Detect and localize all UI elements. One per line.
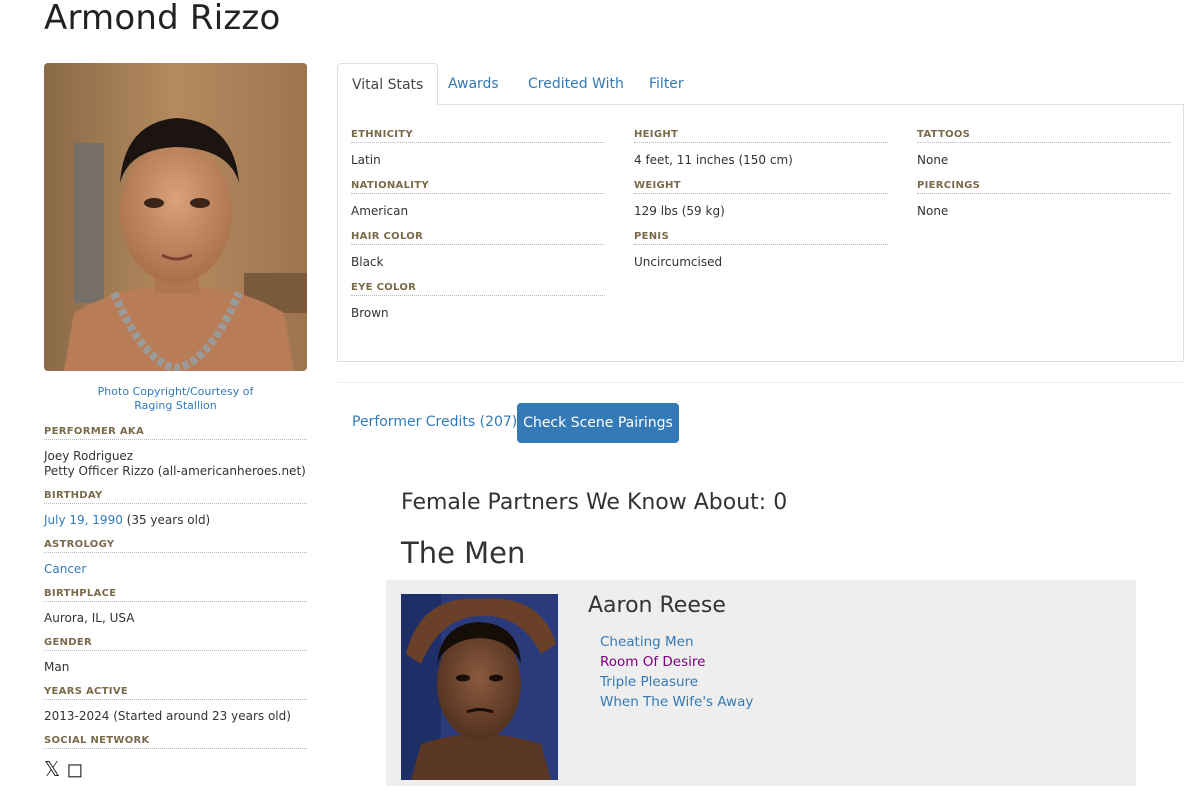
piercings-label: PIERCINGS bbox=[917, 180, 1171, 194]
aka-value: Joey Rodriguez Petty Officer Rizzo (all-… bbox=[44, 449, 307, 479]
partner-name[interactable]: Aaron Reese bbox=[588, 593, 726, 618]
scene-link[interactable]: Triple Pleasure bbox=[600, 672, 753, 692]
tab-credited-with[interactable]: Credited With bbox=[514, 63, 638, 105]
stats-column-2: HEIGHT 4 feet, 11 inches (150 cm) WEIGHT… bbox=[634, 129, 888, 282]
gender-label: GENDER bbox=[44, 637, 307, 651]
hair-color-value: Black bbox=[351, 255, 384, 269]
birthday-age: (35 years old) bbox=[122, 513, 211, 527]
partner-photo[interactable] bbox=[401, 594, 558, 780]
partner-card: Aaron Reese Cheating Men Room Of Desire … bbox=[386, 580, 1136, 786]
tab-filter[interactable]: Filter bbox=[635, 63, 698, 105]
profile-tabs: Vital Stats Awards Credited With Filter bbox=[337, 63, 1184, 106]
photo-credit[interactable]: Photo Copyright/Courtesy of Raging Stall… bbox=[44, 385, 307, 413]
section-divider bbox=[337, 382, 1184, 383]
the-men-heading: The Men bbox=[401, 536, 526, 570]
scene-link[interactable]: Cheating Men bbox=[600, 632, 753, 652]
check-scene-pairings-button[interactable]: Check Scene Pairings bbox=[517, 403, 679, 443]
birthday-value: July 19, 1990 (35 years old) bbox=[44, 513, 307, 528]
astrology-link[interactable]: Cancer bbox=[44, 562, 86, 576]
tattoos-value: None bbox=[917, 153, 949, 167]
partner-scene-list: Cheating Men Room Of Desire Triple Pleas… bbox=[600, 632, 753, 712]
photo-credit-line[interactable]: Photo Copyright/Courtesy of bbox=[44, 385, 307, 399]
stats-column-1: ETHNICITY Latin NATIONALITY American HAI… bbox=[351, 129, 605, 333]
nationality-label: NATIONALITY bbox=[351, 180, 605, 194]
gender-value: Man bbox=[44, 660, 70, 674]
nationality-value: American bbox=[351, 204, 409, 218]
performer-photo bbox=[44, 63, 307, 371]
aka-name: Joey Rodriguez bbox=[44, 449, 134, 463]
social-icons: 𝕏 ◻ bbox=[44, 757, 307, 781]
vital-stats-panel: ETHNICITY Latin NATIONALITY American HAI… bbox=[337, 104, 1184, 362]
penis-value: Uncircumcised bbox=[634, 255, 723, 269]
weight-label: WEIGHT bbox=[634, 180, 888, 194]
birthday-link[interactable]: July 19, 1990 bbox=[44, 513, 123, 527]
performer-credits-link[interactable]: Performer Credits (207) bbox=[352, 414, 517, 430]
eye-color-value: Brown bbox=[351, 306, 389, 320]
tab-awards[interactable]: Awards bbox=[434, 63, 513, 105]
instagram-icon[interactable]: ◻ bbox=[66, 757, 83, 781]
penis-label: PENIS bbox=[634, 231, 888, 245]
x-icon[interactable]: 𝕏 bbox=[44, 757, 60, 781]
scene-link[interactable]: Room Of Desire bbox=[600, 652, 753, 672]
eye-color-label: EYE COLOR bbox=[351, 282, 605, 296]
female-partners-heading: Female Partners We Know About: 0 bbox=[401, 490, 788, 515]
birthplace-label: BIRTHPLACE bbox=[44, 588, 307, 602]
astrology-label: ASTROLOGY bbox=[44, 539, 307, 553]
scene-link[interactable]: When The Wife's Away bbox=[600, 692, 753, 712]
birthday-label: BIRTHDAY bbox=[44, 490, 307, 504]
tab-vital-stats[interactable]: Vital Stats bbox=[337, 63, 439, 106]
years-active-label: YEARS ACTIVE bbox=[44, 686, 307, 700]
stats-column-3: TATTOOS None PIERCINGS None bbox=[917, 129, 1171, 231]
aka-label: PERFORMER AKA bbox=[44, 426, 307, 440]
aka-name: Petty Officer Rizzo (all-americanheroes.… bbox=[44, 464, 306, 478]
weight-value: 129 lbs (59 kg) bbox=[634, 204, 725, 218]
years-active-value: 2013-2024 (Started around 23 years old) bbox=[44, 709, 291, 723]
astrology-value: Cancer bbox=[44, 562, 307, 577]
tattoos-label: TATTOOS bbox=[917, 129, 1171, 143]
ethnicity-label: ETHNICITY bbox=[351, 129, 605, 143]
height-value: 4 feet, 11 inches (150 cm) bbox=[634, 153, 793, 167]
bio-section: PERFORMER AKA Joey Rodriguez Petty Offic… bbox=[44, 426, 307, 781]
height-label: HEIGHT bbox=[634, 129, 888, 143]
social-network-label: SOCIAL NETWORK bbox=[44, 735, 307, 749]
hair-color-label: HAIR COLOR bbox=[351, 231, 605, 245]
birthplace-value: Aurora, IL, USA bbox=[44, 611, 135, 625]
piercings-value: None bbox=[917, 204, 949, 218]
ethnicity-value: Latin bbox=[351, 153, 381, 167]
photo-credit-studio-link[interactable]: Raging Stallion bbox=[44, 399, 307, 413]
page-title: Armond Rizzo bbox=[44, 0, 281, 38]
